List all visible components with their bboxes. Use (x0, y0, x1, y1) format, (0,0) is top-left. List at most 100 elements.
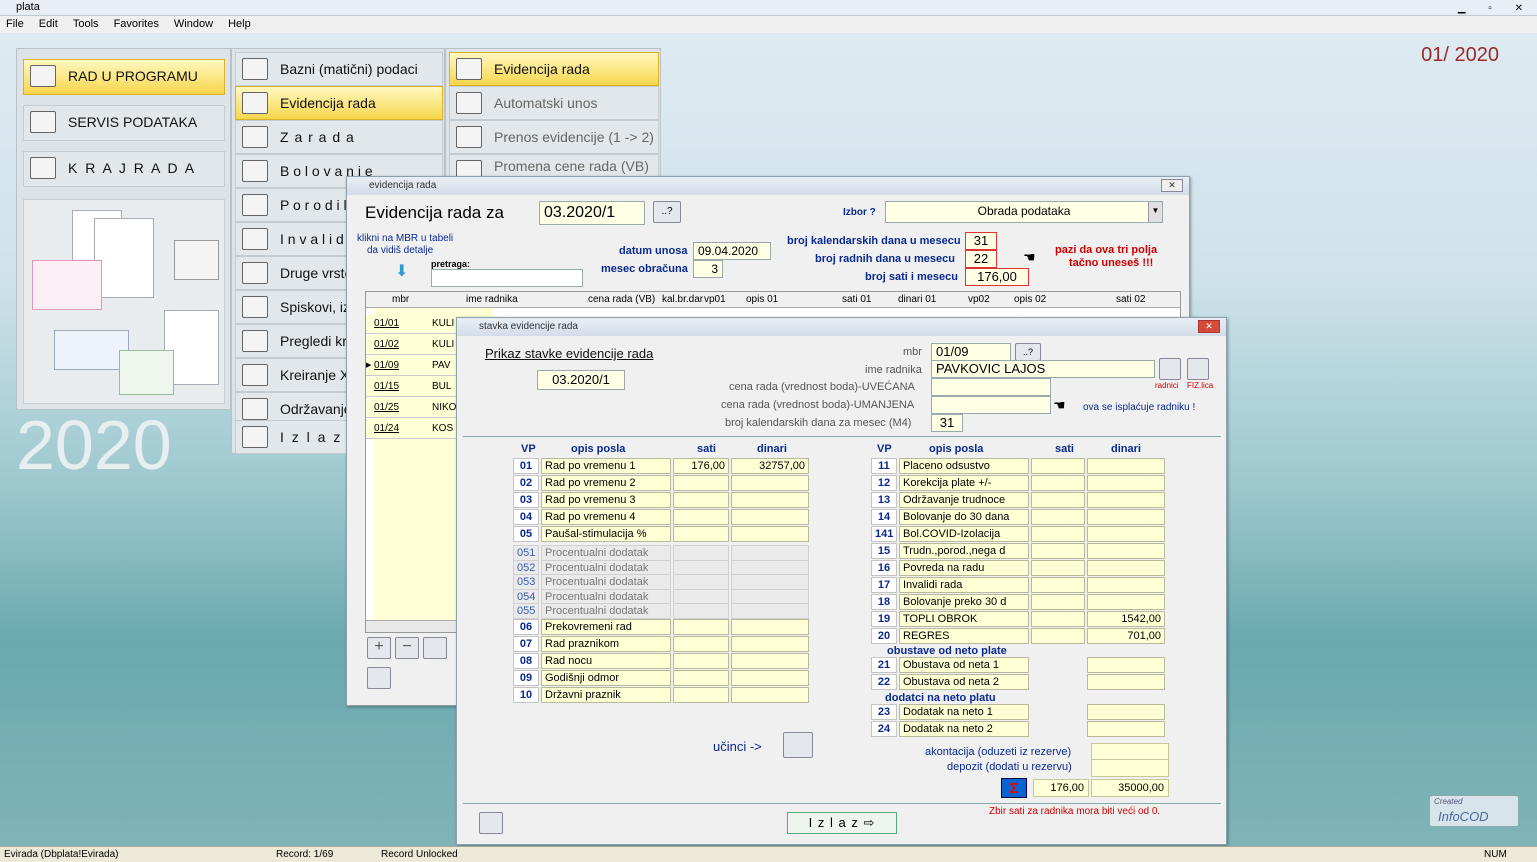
pretraga-input[interactable] (431, 269, 583, 287)
cell-opis[interactable]: Korekcija plate +/- (899, 475, 1029, 491)
cell-dinari[interactable] (1087, 526, 1165, 542)
submenu2-automatski-unos[interactable]: Automatski unos (449, 86, 659, 120)
cell-sati[interactable] (673, 687, 729, 703)
mesec-field[interactable]: 3 (693, 260, 723, 278)
menu-window[interactable]: Window (174, 18, 213, 30)
ime-field[interactable]: PAVKOVIC LAJOS (931, 360, 1155, 378)
cell-dinari[interactable] (731, 509, 809, 525)
cell-opis[interactable]: Dodatak na neto 2 (899, 721, 1029, 737)
cell-sati[interactable] (673, 509, 729, 525)
cell-sati[interactable] (1031, 492, 1085, 508)
cell-sati[interactable] (673, 492, 729, 508)
horizontal-scrollbar[interactable] (366, 620, 466, 632)
cell-opis[interactable]: Invalidi rada (899, 577, 1029, 593)
cell-dinari[interactable] (1087, 721, 1165, 737)
calculator-icon[interactable] (367, 667, 391, 689)
cell-dinari[interactable] (1087, 560, 1165, 576)
cell-sati[interactable] (673, 653, 729, 669)
close-icon[interactable]: ✕ (1198, 320, 1220, 333)
broj-sati-field[interactable]: 176,00 (965, 268, 1029, 286)
cell-sati[interactable] (1031, 509, 1085, 525)
cell-sati[interactable] (673, 619, 729, 635)
calculator-icon[interactable] (479, 812, 503, 834)
menu-edit[interactable]: Edit (39, 18, 58, 30)
cell-opis[interactable]: Povreda na radu (899, 560, 1029, 576)
mbr-help-button[interactable]: ..? (1015, 343, 1041, 361)
cell-opis[interactable]: Rad po vremenu 2 (541, 475, 671, 491)
chevron-down-icon[interactable]: ▼ (1148, 202, 1162, 222)
cell-sati[interactable] (673, 475, 729, 491)
cell-opis[interactable]: Državni praznik (541, 687, 671, 703)
menu-favorites[interactable]: Favorites (114, 18, 159, 30)
menu-file[interactable]: File (6, 18, 24, 30)
cell-dinari[interactable] (731, 475, 809, 491)
notepad-icon[interactable] (783, 732, 813, 758)
cell-sati[interactable]: 176,00 (673, 458, 729, 474)
cell-opis[interactable]: Prekovremeni rad (541, 619, 671, 635)
cell-dinari[interactable] (1087, 594, 1165, 610)
cell-sati[interactable] (1031, 611, 1085, 627)
window-controls[interactable]: ▁ ▫ ✕ (1458, 1, 1533, 16)
datum-unosa-field[interactable]: 09.04.2020 (693, 242, 771, 260)
submenu-evidencija-rada[interactable]: Evidencija rada (235, 86, 443, 120)
cell-opis[interactable]: TOPLI OBROK (899, 611, 1029, 627)
cell-sati[interactable] (1031, 594, 1085, 610)
cell-dinari[interactable] (1087, 674, 1165, 690)
cell-opis[interactable]: Rad po vremenu 1 (541, 458, 671, 474)
cell-dinari[interactable] (1087, 704, 1165, 720)
cell-opis[interactable]: Placeno odsustvo (899, 458, 1029, 474)
ev-help-button[interactable]: ..? (653, 201, 681, 223)
cell-dinari[interactable] (731, 687, 809, 703)
cell-dinari[interactable] (1087, 458, 1165, 474)
submenu-zarada[interactable]: Z a r a d a (235, 120, 443, 154)
st-period-field[interactable]: 03.2020/1 (537, 370, 625, 390)
cell-dinari[interactable] (731, 670, 809, 686)
fiz-lica-button[interactable] (1187, 358, 1209, 380)
cell-dinari[interactable] (1087, 509, 1165, 525)
cell-dinari[interactable]: 1542,00 (1087, 611, 1165, 627)
cell-dinari[interactable] (1087, 543, 1165, 559)
sigma-sum-icon[interactable]: Σ (1001, 778, 1027, 798)
cell-dinari[interactable] (731, 653, 809, 669)
cell-opis[interactable]: REGRES (899, 628, 1029, 644)
radnici-button[interactable] (1159, 358, 1181, 380)
cell-dinari[interactable] (731, 492, 809, 508)
cell-sati[interactable] (1031, 628, 1085, 644)
mbr-field[interactable]: 01/09 (931, 343, 1011, 361)
cell-opis[interactable]: Bol.COVID-Izolacija (899, 526, 1029, 542)
izlaz-button[interactable]: I z l a z ⇨ (787, 812, 897, 834)
cell-dinari[interactable] (1087, 492, 1165, 508)
cell-sati[interactable] (673, 603, 729, 619)
umanjena-field[interactable] (931, 396, 1051, 414)
cell-opis[interactable]: Održavanje trudnoce (899, 492, 1029, 508)
cell-opis[interactable]: Obustava od neta 2 (899, 674, 1029, 690)
cell-dinari[interactable] (731, 526, 809, 542)
kal-m4-field[interactable]: 31 (931, 414, 963, 432)
kal-dana-field[interactable]: 31 (965, 232, 997, 250)
submenu2-promena-cene[interactable]: Promena cene rada (VB) (449, 154, 659, 178)
cell-opis[interactable]: Bolovanje preko 30 d (899, 594, 1029, 610)
menu-rad-u-programu[interactable]: RAD U PROGRAMU (23, 59, 225, 95)
cell-sati[interactable] (1031, 458, 1085, 474)
cell-dinari[interactable] (731, 636, 809, 652)
cell-sati[interactable] (1031, 543, 1085, 559)
cell-dinari[interactable] (1087, 657, 1165, 673)
cell-opis[interactable]: Bolovanje do 30 dana (899, 509, 1029, 525)
cell-sati[interactable] (1031, 475, 1085, 491)
cell-dinari[interactable] (731, 619, 809, 635)
menu-tools[interactable]: Tools (73, 18, 99, 30)
cell-opis[interactable]: Rad nocu (541, 653, 671, 669)
submenu2-prenos-evidencije[interactable]: Prenos evidencije (1 -> 2) (449, 120, 659, 154)
cell-sati[interactable] (673, 526, 729, 542)
menu-help[interactable]: Help (228, 18, 251, 30)
cell-sati[interactable] (673, 670, 729, 686)
submenu2-evidencija-rada[interactable]: Evidencija rada (449, 52, 659, 86)
cell-dinari[interactable] (1087, 475, 1165, 491)
cell-sati[interactable] (1031, 560, 1085, 576)
cell-dinari[interactable] (1087, 577, 1165, 593)
cell-opis[interactable]: Trudn.,porod.,nega d (899, 543, 1029, 559)
cell-sati[interactable] (1031, 577, 1085, 593)
radnih-dana-field[interactable]: 22 (965, 250, 997, 268)
cell-opis[interactable]: Obustava od neta 1 (899, 657, 1029, 673)
cell-opis[interactable]: Rad po vremenu 4 (541, 509, 671, 525)
